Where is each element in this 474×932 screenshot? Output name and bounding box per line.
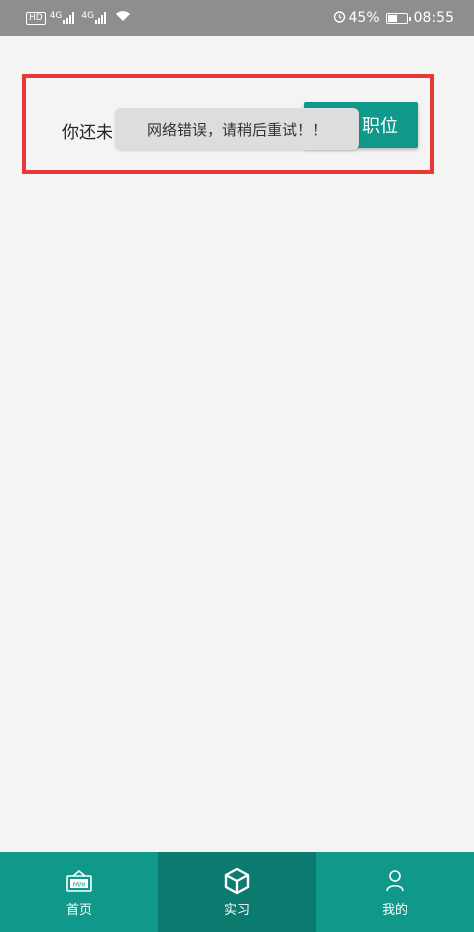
nav-label-mine: 我的: [381, 902, 408, 918]
nav-item-mine[interactable]: 我的: [316, 852, 474, 932]
battery-icon: [385, 12, 411, 24]
svg-text:Hire: Hire: [73, 881, 86, 888]
battery-percent: 45%: [348, 10, 380, 26]
signal-label-2: 4G: [81, 11, 95, 21]
status-right: 45% 08:55: [333, 10, 454, 27]
home-hire-icon: Hire: [66, 867, 92, 895]
error-toast: 网络错误，请稍后重试！！: [115, 108, 359, 150]
signal-icon: 4G: [50, 12, 76, 24]
nav-label-home: 首页: [65, 902, 92, 918]
status-bar: HD 4G 4G 45% 08:55: [0, 0, 474, 36]
signal-icon-2: 4G: [81, 12, 107, 24]
wifi-icon: [115, 10, 131, 26]
empty-notice-text: 你还未: [62, 123, 113, 143]
person-icon: [385, 867, 405, 895]
nav-label-internship: 实习: [223, 902, 250, 918]
alarm-icon: [333, 10, 346, 27]
status-left: HD 4G 4G: [26, 10, 131, 26]
hd-badge: HD: [26, 11, 46, 25]
bottom-nav: Hire 首页 实习 我的: [0, 852, 474, 932]
app-screen: HD 4G 4G 45% 08:55 你还未 职位 网络错误，请稍后重试！！ H…: [0, 0, 474, 932]
clock: 08:55: [413, 10, 454, 26]
box-icon: [223, 867, 251, 895]
nav-item-home[interactable]: Hire 首页: [0, 852, 158, 932]
signal-label: 4G: [49, 11, 63, 21]
nav-item-internship[interactable]: 实习: [158, 852, 316, 932]
